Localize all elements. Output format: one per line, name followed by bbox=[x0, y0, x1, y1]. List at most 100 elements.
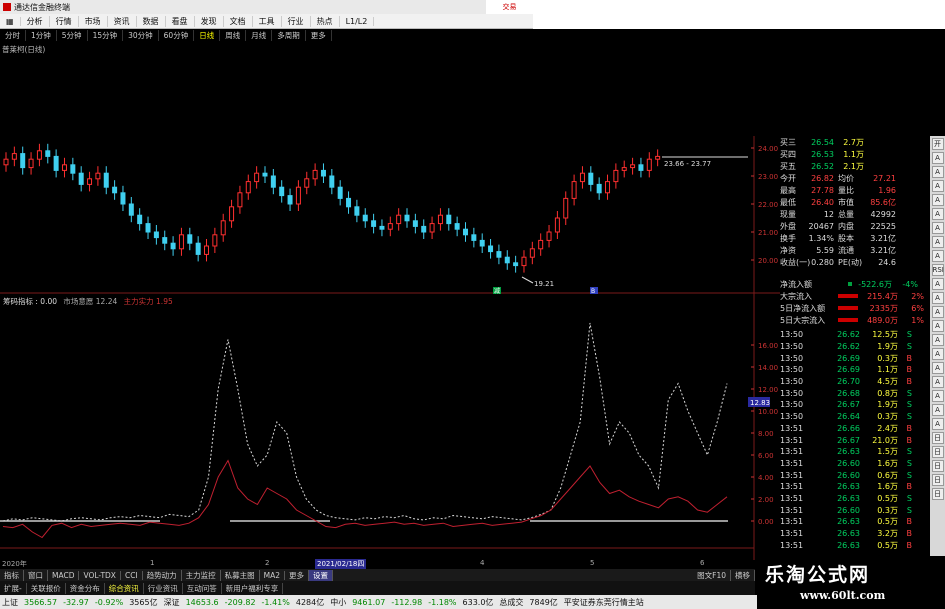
tick-row: 13:51 26.63 0.5万 B bbox=[780, 539, 930, 551]
tick-price: 26.68 bbox=[837, 388, 860, 398]
flow-label: 净流入额 bbox=[780, 279, 812, 289]
sub-tab[interactable]: 综合资讯 bbox=[105, 582, 144, 594]
side-tool-button[interactable]: A bbox=[931, 278, 944, 290]
tick-volume: 0.5万 bbox=[877, 540, 898, 550]
side-tool-button[interactable]: 日 bbox=[931, 446, 944, 458]
candle-body bbox=[312, 169, 318, 180]
stat-label: 外盘 bbox=[780, 221, 796, 231]
indicator-axis-label: 4.00 bbox=[758, 474, 774, 482]
stat-row: 外盘 20467 内盘 22525 bbox=[780, 220, 930, 232]
tick-time: 13:50 bbox=[780, 412, 804, 422]
side-tool-button[interactable]: A bbox=[931, 334, 944, 346]
side-tool-button[interactable]: A bbox=[931, 222, 944, 234]
side-tool-button[interactable]: 日 bbox=[931, 460, 944, 472]
side-tool-button[interactable]: 开 bbox=[931, 138, 944, 150]
side-tool-button[interactable]: RSI bbox=[931, 264, 944, 276]
sub-tab[interactable]: 新用户福利专享 bbox=[222, 582, 284, 594]
side-tool-button[interactable]: A bbox=[931, 320, 944, 332]
zx-value: 9461.07 bbox=[352, 597, 386, 607]
flow-value: -522.6万 bbox=[858, 279, 892, 289]
side-tool-button[interactable]: A bbox=[931, 236, 944, 248]
side-tool-button[interactable]: A bbox=[931, 306, 944, 318]
stat-row: 最低 26.40 市值 85.6亿 bbox=[780, 196, 930, 208]
tick-time: 13:51 bbox=[780, 482, 804, 492]
tick-time: 13:51 bbox=[780, 540, 804, 550]
side-tool-button[interactable]: 日 bbox=[931, 474, 944, 486]
flow-pct: 6% bbox=[911, 303, 924, 313]
indicator-tab[interactable]: 趋势动力 bbox=[143, 569, 182, 581]
sub-tab[interactable]: 资金分布 bbox=[66, 582, 105, 594]
side-tool-button[interactable]: A bbox=[931, 194, 944, 206]
tick-volume: 1.1万 bbox=[877, 365, 898, 375]
sub-tab[interactable]: 扩展- bbox=[0, 582, 27, 594]
indicator-axis-label: 0.00 bbox=[758, 518, 774, 526]
side-tool-button[interactable]: A bbox=[931, 362, 944, 374]
order-price: 26.52 bbox=[811, 161, 834, 171]
sub-tab[interactable]: 互动问答 bbox=[183, 582, 222, 594]
candle-body bbox=[212, 234, 218, 247]
candle-body bbox=[346, 197, 352, 208]
tick-side: B bbox=[906, 540, 913, 550]
side-tool-button[interactable]: 日 bbox=[931, 488, 944, 500]
side-tool-button[interactable]: A bbox=[931, 376, 944, 388]
side-tool-button[interactable]: 日 bbox=[931, 432, 944, 444]
tick-row: 13:51 26.63 0.5万 S bbox=[780, 493, 930, 505]
side-tool-button[interactable]: A bbox=[931, 166, 944, 178]
indicator-name[interactable]: 筹码指标 bbox=[3, 297, 33, 306]
side-tool-button[interactable]: A bbox=[931, 152, 944, 164]
indicator-tab[interactable]: MA2 bbox=[260, 570, 286, 580]
tick-price: 26.63 bbox=[837, 529, 860, 539]
side-tool-button[interactable]: A bbox=[931, 348, 944, 360]
tick-side: S bbox=[906, 505, 912, 515]
candle-body bbox=[471, 234, 477, 241]
order-book-row: 买四 26.53 1.1万 bbox=[780, 148, 930, 160]
indicator-tab[interactable]: 设置 bbox=[309, 569, 334, 581]
tick-time: 13:50 bbox=[780, 353, 804, 363]
tick-price: 26.62 bbox=[837, 342, 860, 352]
indicator-tab[interactable]: 指标 bbox=[0, 569, 24, 581]
candle-body bbox=[295, 186, 301, 205]
side-tool-button[interactable]: A bbox=[931, 208, 944, 220]
sub-tab[interactable]: 行业资讯 bbox=[144, 582, 183, 594]
indicator-tab[interactable]: 窗口 bbox=[24, 569, 48, 581]
tick-volume: 1.5万 bbox=[877, 447, 898, 457]
side-tool-button[interactable]: A bbox=[931, 180, 944, 192]
order-price: 26.53 bbox=[811, 149, 834, 159]
stat-label: 流通 bbox=[838, 245, 854, 255]
tick-side: S bbox=[906, 458, 912, 468]
indicator-tab[interactable]: MACD bbox=[48, 570, 80, 580]
tick-price: 26.60 bbox=[837, 470, 860, 480]
indicator-tab[interactable]: CCI bbox=[121, 570, 143, 580]
tick-side: S bbox=[906, 330, 912, 340]
stat-label: 内盘 bbox=[838, 221, 854, 231]
switch-button[interactable]: 横移 bbox=[731, 569, 755, 581]
indicator-m2: 主力实力 1.95 bbox=[123, 297, 173, 306]
sz-pct: -1.41% bbox=[261, 597, 290, 607]
indicator-tab[interactable]: 主力监控 bbox=[182, 569, 221, 581]
tick-price: 26.63 bbox=[837, 493, 860, 503]
candle-body bbox=[596, 183, 602, 194]
f10-button[interactable]: 图文F10 bbox=[693, 569, 731, 581]
indicator-tab[interactable]: 更多 bbox=[285, 569, 310, 581]
stat-value: 0.280 bbox=[811, 257, 834, 267]
candle-body bbox=[513, 262, 519, 267]
indicator-tab-bar: 指标 窗口 MACD VOL-TDX CCI 趋势动力 主力监控 私募主图 MA2 更多 设置 图文F… bbox=[0, 569, 755, 581]
tick-price: 26.69 bbox=[837, 365, 860, 375]
tick-row: 13:51 26.66 2.4万 B bbox=[780, 423, 930, 435]
side-tool-button[interactable]: A bbox=[931, 292, 944, 304]
tick-list[interactable]: 13:50 26.62 12.5万 S 13:50 26.62 1.9万 S 13:50 26.6… bbox=[780, 329, 930, 551]
side-tool-button[interactable]: A bbox=[931, 390, 944, 402]
side-tool-button[interactable]: A bbox=[931, 404, 944, 416]
candle-body bbox=[329, 175, 335, 188]
tick-row: 13:50 26.68 0.8万 S bbox=[780, 387, 930, 399]
zx-pct: -1.18% bbox=[428, 597, 457, 607]
stat-label: 总量 bbox=[838, 209, 854, 219]
side-tool-button[interactable]: A bbox=[931, 418, 944, 430]
side-tool-button[interactable]: A bbox=[931, 250, 944, 262]
sub-tab[interactable]: 关联报价 bbox=[27, 582, 66, 594]
stat-label: 现量 bbox=[780, 209, 796, 219]
indicator-tab[interactable]: 私募主图 bbox=[221, 569, 260, 581]
stat-value: 20467 bbox=[808, 221, 834, 231]
order-book-row: 买五 26.52 2.1万 bbox=[780, 160, 930, 172]
indicator-tab[interactable]: VOL-TDX bbox=[79, 570, 121, 580]
